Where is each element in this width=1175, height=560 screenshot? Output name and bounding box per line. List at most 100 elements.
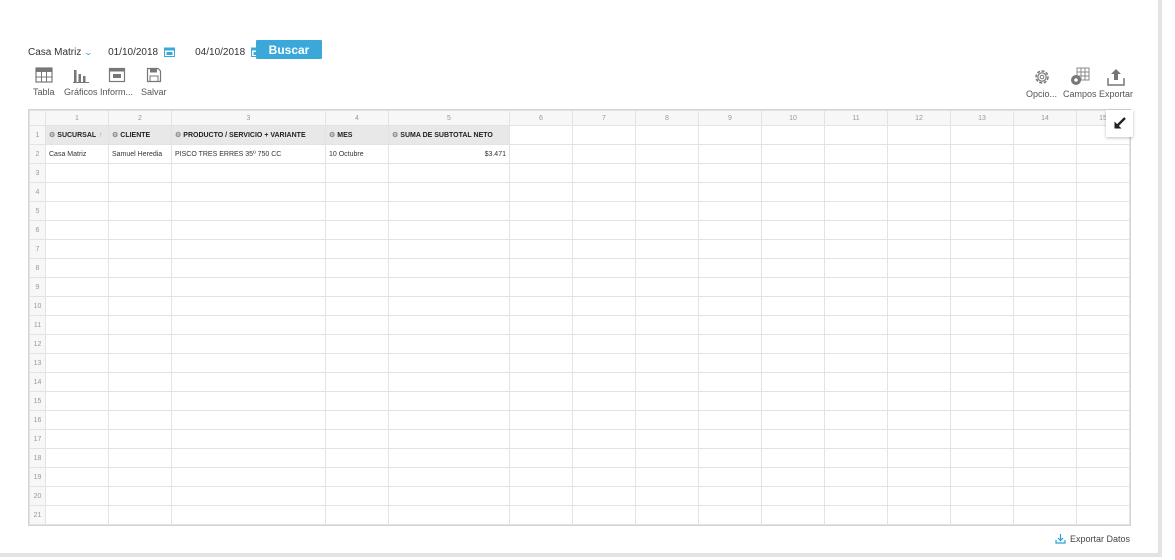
empty-cell[interactable] [635, 239, 699, 259]
empty-cell[interactable] [824, 448, 888, 468]
empty-cell[interactable] [887, 410, 951, 430]
empty-cell[interactable] [1013, 163, 1077, 183]
empty-cell[interactable] [824, 201, 888, 221]
empty-cell[interactable] [45, 486, 109, 506]
empty-cell[interactable] [761, 467, 825, 487]
empty-cell[interactable] [171, 239, 326, 259]
empty-cell[interactable] [388, 372, 510, 392]
gear-icon[interactable]: ⚙ [329, 132, 335, 139]
empty-cell[interactable] [325, 372, 389, 392]
empty-cell[interactable] [45, 220, 109, 240]
empty-cell[interactable] [1013, 182, 1077, 202]
empty-cell[interactable] [325, 296, 389, 316]
empty-cell[interactable] [698, 334, 762, 354]
empty-cell[interactable] [761, 163, 825, 183]
field-header[interactable]: ⚙ SUCURSAL ↑ [45, 125, 109, 145]
empty-cell[interactable] [572, 334, 636, 354]
empty-cell[interactable] [509, 448, 573, 468]
empty-cell[interactable] [108, 467, 172, 487]
empty-cell[interactable] [325, 429, 389, 449]
empty-cell[interactable] [761, 429, 825, 449]
date-to-field[interactable]: 04/10/2018 [195, 47, 263, 58]
empty-cell[interactable] [171, 163, 326, 183]
empty-cell[interactable] [1076, 372, 1130, 392]
calendar-icon[interactable] [164, 47, 176, 57]
empty-cell[interactable] [45, 505, 109, 525]
empty-cell[interactable] [325, 258, 389, 278]
empty-cell[interactable] [635, 334, 699, 354]
empty-cell[interactable] [950, 239, 1014, 259]
empty-cell[interactable] [108, 201, 172, 221]
empty-cell[interactable] [1076, 448, 1130, 468]
empty-cell[interactable] [698, 486, 762, 506]
field-header[interactable]: ⚙ SUMA DE SUBTOTAL NETO [388, 125, 510, 145]
field-header[interactable]: ⚙ CLIENTE [108, 125, 172, 145]
empty-cell[interactable] [698, 163, 762, 183]
empty-cell[interactable] [761, 353, 825, 373]
empty-cell[interactable] [887, 296, 951, 316]
empty-cell[interactable] [325, 315, 389, 335]
empty-cell[interactable] [887, 144, 951, 164]
empty-cell[interactable] [635, 163, 699, 183]
empty-cell[interactable] [171, 277, 326, 297]
gear-icon[interactable]: ⚙ [112, 132, 118, 139]
toolbar-export-button[interactable]: Exportar [1099, 67, 1133, 99]
gear-icon[interactable]: ⚙ [49, 132, 55, 139]
toolbar-options-button[interactable]: Opcio... [1026, 67, 1057, 99]
empty-cell[interactable] [1076, 315, 1130, 335]
empty-cell[interactable] [509, 391, 573, 411]
empty-cell[interactable] [887, 163, 951, 183]
empty-cell[interactable] [824, 315, 888, 335]
empty-cell[interactable] [887, 182, 951, 202]
empty-cell[interactable] [572, 315, 636, 335]
empty-cell[interactable] [45, 315, 109, 335]
empty-cell[interactable] [1013, 220, 1077, 240]
empty-cell[interactable] [509, 220, 573, 240]
empty-cell[interactable] [887, 505, 951, 525]
empty-cell[interactable] [950, 315, 1014, 335]
empty-cell[interactable] [45, 334, 109, 354]
empty-cell[interactable] [887, 239, 951, 259]
empty-cell[interactable] [1076, 410, 1130, 430]
empty-cell[interactable] [887, 486, 951, 506]
empty-cell[interactable] [325, 239, 389, 259]
empty-cell[interactable] [509, 239, 573, 259]
empty-cell[interactable] [572, 296, 636, 316]
toolbar-table-button[interactable]: Tabla [33, 67, 55, 97]
empty-cell[interactable] [824, 220, 888, 240]
empty-cell[interactable] [108, 315, 172, 335]
empty-cell[interactable] [325, 448, 389, 468]
data-cell[interactable]: $3.471 [388, 144, 510, 164]
empty-cell[interactable] [45, 201, 109, 221]
empty-cell[interactable] [509, 144, 573, 164]
empty-cell[interactable] [572, 144, 636, 164]
empty-cell[interactable] [171, 486, 326, 506]
empty-cell[interactable] [824, 258, 888, 278]
empty-cell[interactable] [325, 391, 389, 411]
empty-cell[interactable] [1076, 391, 1130, 411]
empty-cell[interactable] [950, 125, 1014, 145]
empty-cell[interactable] [108, 163, 172, 183]
empty-cell[interactable] [171, 372, 326, 392]
empty-cell[interactable] [388, 467, 510, 487]
branch-select[interactable]: Casa Matriz ⌄ [28, 47, 93, 58]
empty-cell[interactable] [824, 467, 888, 487]
empty-cell[interactable] [108, 220, 172, 240]
search-button[interactable]: Buscar [256, 40, 322, 59]
data-cell[interactable]: 10 Octubre [325, 144, 389, 164]
empty-cell[interactable] [45, 353, 109, 373]
empty-cell[interactable] [1013, 467, 1077, 487]
empty-cell[interactable] [325, 467, 389, 487]
empty-cell[interactable] [950, 372, 1014, 392]
toolbar-fields-button[interactable]: Campos [1063, 67, 1097, 99]
empty-cell[interactable] [824, 486, 888, 506]
empty-cell[interactable] [698, 448, 762, 468]
empty-cell[interactable] [45, 467, 109, 487]
empty-cell[interactable] [824, 125, 888, 145]
empty-cell[interactable] [1013, 296, 1077, 316]
empty-cell[interactable] [950, 448, 1014, 468]
empty-cell[interactable] [171, 315, 326, 335]
empty-cell[interactable] [1076, 182, 1130, 202]
empty-cell[interactable] [635, 144, 699, 164]
empty-cell[interactable] [1013, 391, 1077, 411]
